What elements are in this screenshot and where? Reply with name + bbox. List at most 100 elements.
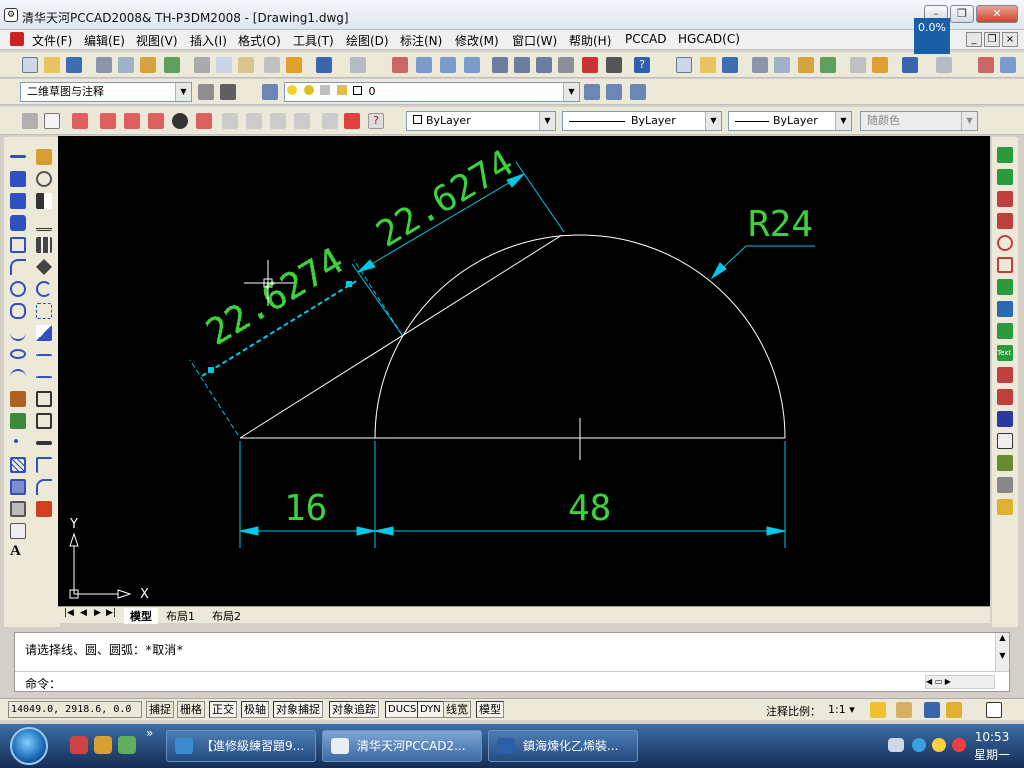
arc-icon[interactable] (10, 259, 26, 275)
arc-length-icon[interactable] (997, 191, 1013, 207)
otrack-toggle[interactable]: 对象追踪 (329, 701, 379, 718)
dyn-toggle[interactable]: DYN (417, 701, 444, 718)
toolbar-lock-icon[interactable] (924, 702, 940, 718)
volume-icon[interactable] (952, 738, 966, 752)
title-block-icon[interactable] (72, 113, 88, 129)
pccad-redo-icon[interactable] (936, 57, 952, 73)
lineweight-select[interactable]: ByLayer ▼ (728, 111, 852, 131)
point-icon[interactable] (14, 439, 18, 443)
tab-layout2[interactable]: 布局2 (212, 608, 241, 624)
layer-states-icon[interactable] (630, 84, 646, 100)
grip[interactable] (346, 281, 352, 287)
rotate-icon[interactable] (36, 281, 52, 297)
menu-edit[interactable]: 编辑(E) (84, 32, 125, 49)
table-icon[interactable] (10, 523, 26, 539)
gradient-icon[interactable] (10, 479, 26, 495)
frame-icon[interactable] (44, 113, 60, 129)
snap-toggle[interactable]: 捕捉 (146, 701, 174, 718)
pccad-tool1-icon[interactable] (22, 113, 38, 129)
menu-insert[interactable]: 插入(I) (190, 32, 227, 49)
pccad-save-icon[interactable] (722, 57, 738, 73)
clean-screen-toggle-icon[interactable] (986, 702, 1002, 718)
tab-nav-last-icon[interactable]: ▶| (106, 608, 116, 618)
tab-layout1[interactable]: 布局1 (166, 608, 195, 624)
aligned-dim-icon[interactable] (997, 169, 1013, 185)
rectangle-icon[interactable] (10, 237, 26, 253)
grid-hash-icon[interactable] (344, 113, 360, 129)
command-prompt[interactable]: 命令： (25, 675, 61, 692)
undo-icon[interactable] (316, 57, 332, 73)
hatch-icon[interactable] (124, 113, 140, 129)
quick-dim-icon[interactable] (997, 323, 1013, 339)
copy-object-icon[interactable] (36, 171, 52, 187)
tab-nav-first-icon[interactable]: |◀ (64, 608, 74, 618)
maximize-button[interactable]: ❐ (950, 5, 974, 23)
help-icon[interactable]: ? (634, 57, 650, 73)
line-icon[interactable] (10, 155, 26, 158)
circle-icon[interactable] (10, 281, 26, 297)
move-icon[interactable] (36, 259, 52, 275)
ellipse-icon[interactable] (10, 349, 26, 359)
tool-palettes-icon[interactable] (536, 57, 552, 73)
continue-icon[interactable] (997, 389, 1013, 405)
menu-format[interactable]: 格式(O) (238, 32, 281, 49)
erase-icon[interactable] (36, 149, 52, 165)
pccad-preview-icon[interactable] (774, 57, 790, 73)
pccad-print-icon[interactable] (752, 57, 768, 73)
pccad-undo-icon[interactable] (902, 57, 918, 73)
command-scrollbar[interactable]: ▲ ▼ (995, 633, 1009, 671)
ordinate-icon[interactable] (997, 213, 1013, 229)
spline-icon[interactable] (10, 325, 26, 341)
cut-icon[interactable] (194, 57, 210, 73)
qleader-icon[interactable] (997, 411, 1013, 427)
auto-scale-icon[interactable] (896, 702, 912, 718)
calculator-icon[interactable] (606, 57, 622, 73)
spring-icon[interactable] (270, 113, 286, 129)
array-icon[interactable] (36, 237, 52, 253)
insert-block-icon[interactable] (10, 391, 26, 407)
make-block-icon[interactable] (10, 413, 26, 429)
menu-draw[interactable]: 绘图(D) (346, 32, 389, 49)
system-clock[interactable]: 10:53 星期一 (974, 728, 1010, 764)
pccad-new-icon[interactable] (676, 57, 692, 73)
zoom-realtime-icon[interactable] (416, 57, 432, 73)
make-current-layer-icon[interactable] (584, 84, 600, 100)
menu-help[interactable]: 帮助(H) (569, 32, 611, 49)
bearing-icon[interactable] (294, 113, 310, 129)
construction-line-icon[interactable] (10, 171, 26, 187)
workspace-settings-icon[interactable] (198, 84, 214, 100)
linear-dim-icon[interactable] (997, 147, 1013, 163)
trim-icon[interactable] (36, 354, 52, 356)
extend-icon[interactable] (36, 376, 52, 378)
menu-dimension[interactable]: 标注(N) (400, 32, 442, 49)
copy-icon[interactable] (216, 57, 232, 73)
part-icon[interactable] (322, 113, 338, 129)
angular-dim-icon[interactable] (997, 301, 1013, 317)
ortho-toggle[interactable]: 正交 (209, 701, 237, 718)
pccad-publish-icon[interactable] (798, 57, 814, 73)
pccad-zoom-icon[interactable] (1000, 57, 1016, 73)
scale-icon[interactable] (36, 303, 52, 319)
design-center-icon[interactable] (514, 57, 530, 73)
multiline-text-icon[interactable]: A (10, 543, 26, 559)
task-button-2[interactable]: 清华天河PCCAD2... (322, 730, 482, 762)
paste-icon[interactable] (238, 57, 254, 73)
quicklaunch-icon-3[interactable] (118, 736, 136, 754)
fillet-icon[interactable] (36, 479, 52, 495)
menu-view[interactable]: 视图(V) (136, 32, 178, 49)
break-at-point-icon[interactable] (36, 391, 52, 407)
dim-style-icon[interactable] (997, 499, 1013, 515)
network-icon[interactable] (912, 738, 926, 752)
annotation-visibility-icon[interactable] (870, 702, 886, 718)
command-window[interactable]: 请选择线、圆、圆弧：*取消* 命令： ▲ ▼ ◀ ▭ ▶ (14, 632, 1010, 692)
chamfer-icon[interactable] (36, 457, 52, 473)
lineweight-toggle[interactable]: 线宽 (443, 701, 471, 718)
text-style-icon[interactable]: Text (997, 345, 1013, 361)
clean-screen-icon[interactable] (220, 84, 236, 100)
match-properties-icon[interactable] (264, 57, 280, 73)
radius-dim-icon[interactable] (997, 235, 1013, 251)
print-icon[interactable] (96, 57, 112, 73)
section-icon[interactable] (148, 113, 164, 129)
properties-icon[interactable] (492, 57, 508, 73)
menu-tools[interactable]: 工具(T) (293, 32, 334, 49)
